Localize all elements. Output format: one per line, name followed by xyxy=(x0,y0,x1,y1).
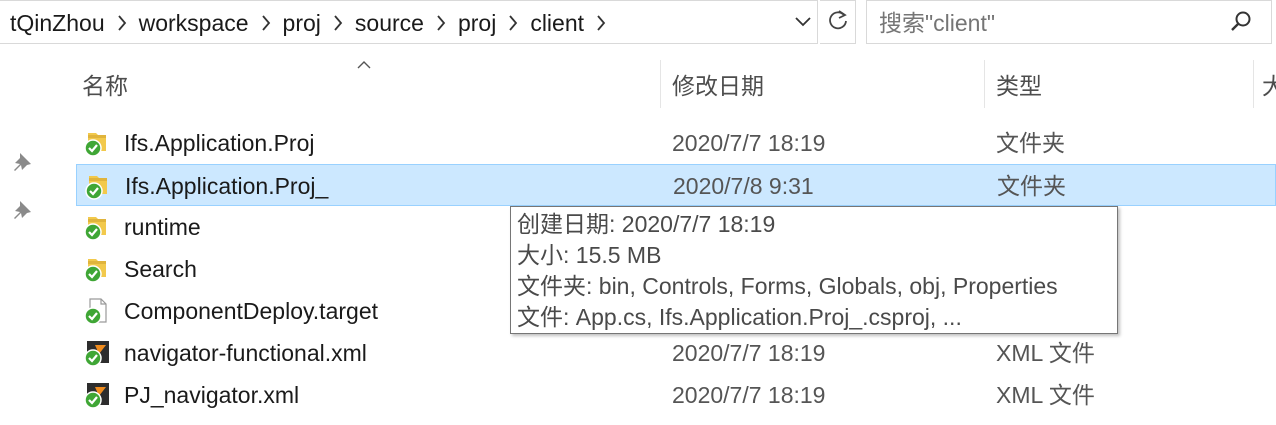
folder-synced-icon xyxy=(82,129,110,157)
chevron-right-icon[interactable] xyxy=(590,12,612,35)
search-input[interactable] xyxy=(877,7,1221,39)
refresh-icon xyxy=(827,9,849,36)
file-date: 2020/7/7 18:19 xyxy=(672,340,826,366)
refresh-button[interactable] xyxy=(820,0,856,44)
breadcrumb: tQinZhou workspace proj source proj clie… xyxy=(10,1,618,45)
pin-icon[interactable] xyxy=(12,150,34,172)
file-row-selected[interactable]: Ifs.Application.Proj_ 2020/7/8 9:31 文件夹 xyxy=(76,164,1276,206)
file-synced-icon xyxy=(82,297,110,325)
chevron-right-icon[interactable] xyxy=(111,12,133,35)
file-type: 文件夹 xyxy=(997,173,1066,199)
breadcrumb-item-tqinzhou[interactable]: tQinZhou xyxy=(10,10,111,37)
file-name: navigator-functional.xml xyxy=(124,340,367,366)
file-name: Search xyxy=(124,256,197,282)
breadcrumb-item-source[interactable]: source xyxy=(355,10,430,37)
file-name: Ifs.Application.Proj_ xyxy=(125,173,329,199)
breadcrumb-item-client[interactable]: client xyxy=(530,10,590,37)
file-name: PJ_navigator.xml xyxy=(124,382,300,408)
file-type: 文件夹 xyxy=(996,130,1065,156)
column-header-type[interactable]: 类型 xyxy=(996,60,1042,108)
file-row[interactable]: navigator-functional.xml 2020/7/7 18:19 … xyxy=(76,332,1276,374)
column-header: 名称 修改日期 类型 大 xyxy=(0,60,1276,108)
file-type: XML 文件 xyxy=(996,340,1095,366)
column-divider[interactable] xyxy=(1253,60,1254,108)
breadcrumb-item-proj[interactable]: proj xyxy=(283,10,327,37)
file-name: runtime xyxy=(124,214,201,240)
folder-info-tooltip: 创建日期: 2020/7/7 18:19 大小: 15.5 MB 文件夹: bi… xyxy=(510,206,1118,334)
search-box xyxy=(866,0,1272,44)
chevron-right-icon[interactable] xyxy=(327,12,349,35)
chevron-down-icon xyxy=(794,14,812,32)
folder-synced-icon xyxy=(82,213,110,241)
folder-synced-icon xyxy=(83,172,111,200)
file-date: 2020/7/7 18:19 xyxy=(672,382,826,408)
address-history-dropdown[interactable] xyxy=(790,11,816,35)
tooltip-files: 文件: App.cs, Ifs.Application.Proj_.csproj… xyxy=(517,304,962,330)
breadcrumb-item-workspace[interactable]: workspace xyxy=(139,10,255,37)
column-divider[interactable] xyxy=(984,60,985,108)
pin-icon[interactable] xyxy=(12,198,34,220)
file-name: Ifs.Application.Proj xyxy=(124,130,315,156)
file-row[interactable]: Ifs.Application.Proj 2020/7/7 18:19 文件夹 xyxy=(76,122,1276,164)
file-date: 2020/7/8 9:31 xyxy=(673,173,814,199)
column-header-date[interactable]: 修改日期 xyxy=(672,60,764,108)
file-type: XML 文件 xyxy=(996,382,1095,408)
column-divider[interactable] xyxy=(660,60,661,108)
address-bar[interactable]: tQinZhou workspace proj source proj clie… xyxy=(0,0,818,44)
folder-synced-icon xyxy=(82,255,110,283)
file-row[interactable]: PJ_navigator.xml 2020/7/7 18:19 XML 文件 xyxy=(76,374,1276,416)
file-name: ComponentDeploy.target xyxy=(124,298,378,324)
tooltip-created: 创建日期: 2020/7/7 18:19 xyxy=(517,211,776,237)
chevron-right-icon[interactable] xyxy=(255,12,277,35)
tooltip-folders: 文件夹: bin, Controls, Forms, Globals, obj,… xyxy=(517,273,1058,299)
file-date: 2020/7/7 18:19 xyxy=(672,130,826,156)
xml-file-synced-icon xyxy=(82,381,110,409)
chevron-right-icon[interactable] xyxy=(502,12,524,35)
column-header-name[interactable]: 名称 xyxy=(82,60,128,108)
breadcrumb-item-proj-2[interactable]: proj xyxy=(458,10,502,37)
column-header-size[interactable]: 大 xyxy=(1262,60,1276,108)
search-icon[interactable] xyxy=(1229,10,1253,39)
xml-file-synced-icon xyxy=(82,339,110,367)
tooltip-size: 大小: 15.5 MB xyxy=(517,242,662,268)
chevron-right-icon[interactable] xyxy=(430,12,452,35)
